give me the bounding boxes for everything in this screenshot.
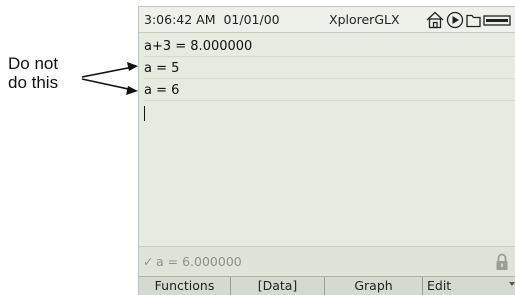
calculator-work-area[interactable]: a+3 = 8.000000 a = 5 a = 6 — [139, 33, 515, 246]
status-datetime: 3:06:42 AM 01/01/00 — [144, 12, 280, 27]
callout-text-line-2: do this — [8, 73, 59, 92]
folder-icon[interactable] — [466, 14, 481, 28]
text-cursor — [144, 106, 145, 121]
menu-functions[interactable]: Functions — [139, 277, 231, 295]
calculator-line[interactable]: a = 6 — [144, 80, 515, 101]
figure: Do not do this 3:06:42 AM 01/01/00 Xplor… — [0, 0, 515, 295]
menu-graph[interactable]: Graph — [325, 277, 423, 295]
dropdown-arrow-icon — [509, 282, 515, 286]
home-icon[interactable] — [426, 11, 444, 29]
menu-data[interactable]: [Data] — [231, 277, 325, 295]
status-bar: 3:06:42 AM 01/01/00 XplorerGLX — [139, 7, 515, 33]
result-value: a = 6.000000 — [156, 254, 242, 269]
status-time: 3:06:42 AM — [144, 12, 216, 27]
result-bar: ✓ a = 6.000000 — [139, 246, 515, 276]
callout-text-line-1: Do not — [8, 54, 59, 73]
check-icon: ✓ — [143, 254, 154, 269]
softkey-menu-bar: Functions [Data] Graph Edit — [139, 276, 515, 295]
status-date: 01/01/00 — [223, 12, 280, 27]
lock-icon — [496, 253, 508, 270]
battery-icon — [483, 15, 511, 26]
menu-edit[interactable]: Edit — [423, 277, 515, 295]
app-title: XplorerGLX — [329, 12, 400, 27]
xplorer-glx-screen: 3:06:42 AM 01/01/00 XplorerGLX a+3 = 8.0… — [138, 6, 515, 295]
status-icons — [426, 11, 511, 29]
calculator-line[interactable]: a = 5 — [144, 58, 515, 79]
calculator-line[interactable]: a+3 = 8.000000 — [144, 36, 515, 57]
play-icon[interactable] — [446, 11, 464, 29]
